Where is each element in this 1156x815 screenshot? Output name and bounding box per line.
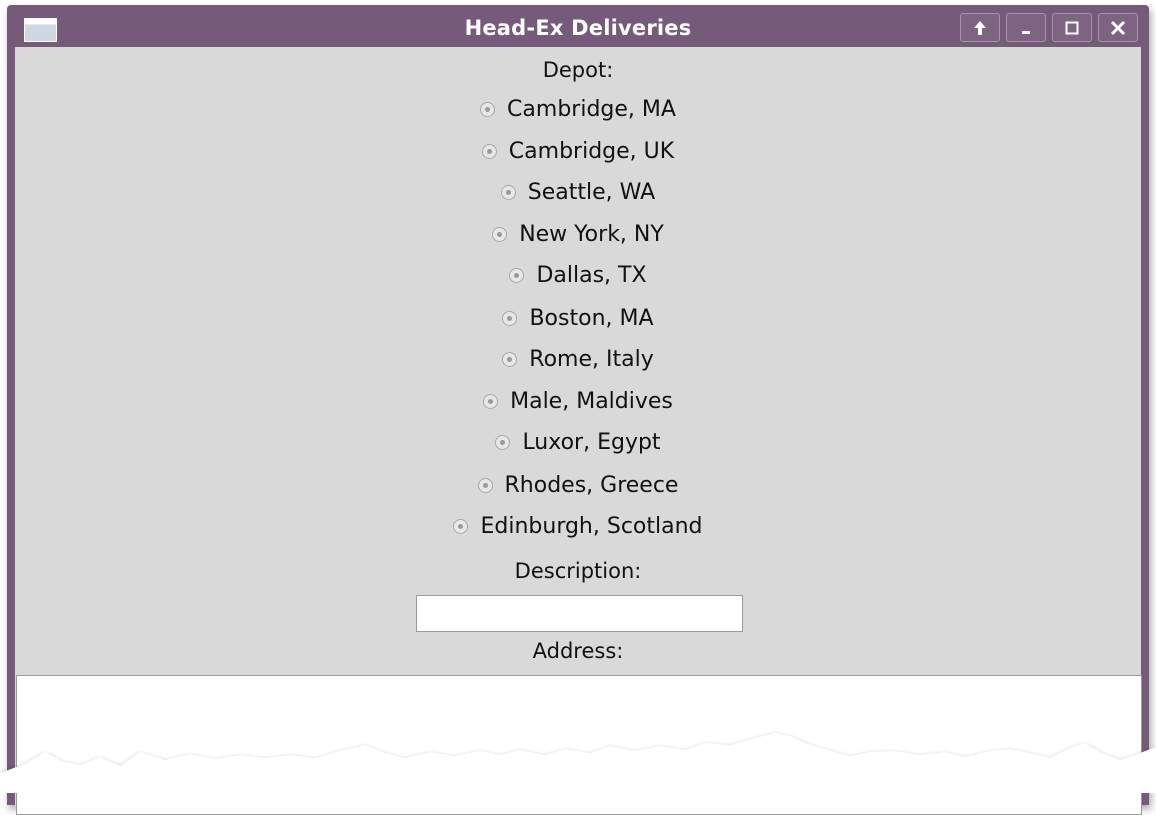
- depot-option-male-maldives[interactable]: Male, Maldives: [15, 389, 1141, 414]
- depot-label: Depot:: [542, 58, 614, 82]
- depot-option-label: Male, Maldives: [510, 389, 673, 414]
- depot-option-luxor-egypt[interactable]: Luxor, Egypt: [15, 430, 1141, 455]
- description-label: Description:: [514, 559, 642, 583]
- radio-button[interactable]: [502, 311, 518, 326]
- radio-button[interactable]: [481, 144, 497, 159]
- torn-edge-decoration: [0, 733, 1156, 793]
- minimize-icon: [1022, 30, 1030, 34]
- radio-button[interactable]: [502, 352, 518, 367]
- depot-option-label: Seattle, WA: [527, 180, 656, 205]
- radio-button[interactable]: [500, 185, 516, 200]
- title-bar[interactable]: Head-Ex Deliveries: [7, 5, 1149, 47]
- depot-option-seattle-wa[interactable]: Seattle, WA: [15, 180, 1141, 205]
- radio-button[interactable]: [477, 478, 493, 493]
- depot-option-label: Rome, Italy: [529, 347, 654, 372]
- depot-option-label: Luxor, Egypt: [522, 430, 661, 455]
- radio-button[interactable]: [453, 519, 469, 534]
- minimize-button[interactable]: [1006, 13, 1046, 42]
- radio-button[interactable]: [480, 102, 496, 117]
- depot-option-label: Rhodes, Greece: [504, 473, 679, 498]
- depot-option-boston-ma[interactable]: Boston, MA: [15, 306, 1141, 331]
- shade-button[interactable]: [960, 13, 1000, 42]
- depot-option-label: Cambridge, MA: [507, 97, 676, 122]
- close-icon: [1110, 20, 1126, 35]
- depot-option-rhodes-greece[interactable]: Rhodes, Greece: [15, 473, 1141, 498]
- maximize-button[interactable]: [1052, 13, 1092, 42]
- depot-option-edinburgh-scotland[interactable]: Edinburgh, Scotland: [15, 514, 1141, 539]
- depot-option-new-york-ny[interactable]: New York, NY: [15, 222, 1141, 247]
- depot-option-cambridge-uk[interactable]: Cambridge, UK: [15, 139, 1141, 164]
- depot-option-dallas-tx[interactable]: Dallas, TX: [15, 263, 1141, 288]
- depot-option-label: Boston, MA: [529, 306, 654, 331]
- arrow-up-icon: [974, 20, 986, 35]
- radio-button[interactable]: [509, 268, 525, 283]
- address-label: Address:: [532, 639, 624, 663]
- depot-option-rome-italy[interactable]: Rome, Italy: [15, 347, 1141, 372]
- radio-button[interactable]: [492, 227, 508, 242]
- depot-option-cambridge-ma[interactable]: Cambridge, MA: [15, 97, 1141, 122]
- form-panel: Depot: Cambridge, MA Cambridge, UK Seatt…: [15, 47, 1142, 815]
- close-button[interactable]: [1098, 13, 1138, 42]
- radio-button[interactable]: [495, 435, 511, 450]
- description-input[interactable]: [416, 595, 743, 632]
- maximize-icon: [1065, 21, 1079, 34]
- depot-option-label: Edinburgh, Scotland: [480, 514, 703, 539]
- depot-option-label: New York, NY: [519, 222, 664, 247]
- depot-option-label: Cambridge, UK: [508, 139, 675, 164]
- depot-option-label: Dallas, TX: [536, 263, 647, 288]
- radio-button[interactable]: [483, 394, 499, 409]
- app-window: Head-Ex Deliveries Depot: Cambridge, MA …: [7, 5, 1149, 815]
